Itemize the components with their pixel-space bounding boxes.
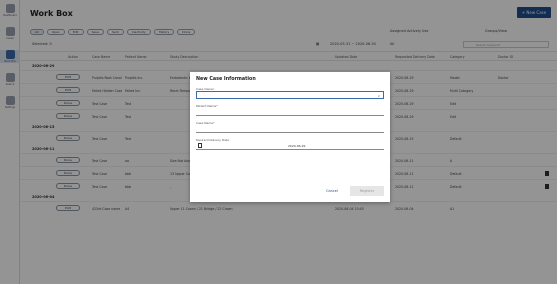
dialog-title: New Case Information [196,77,256,82]
case-owner-select[interactable]: ∨ [196,91,384,99]
delivery-date-value: 2020-06-29 [288,144,306,148]
delivery-date-field[interactable]: 2020-06-29 [196,142,384,150]
new-case-dialog: New Case Information Case Owner ∨ Patien… [190,72,390,202]
register-button[interactable]: Register [350,186,384,196]
case-name-field[interactable] [196,125,384,133]
cancel-button[interactable]: Cancel [318,186,346,196]
chevron-down-icon: ∨ [377,94,380,98]
calendar-icon[interactable] [198,143,202,148]
patient-name-field[interactable] [196,108,384,116]
